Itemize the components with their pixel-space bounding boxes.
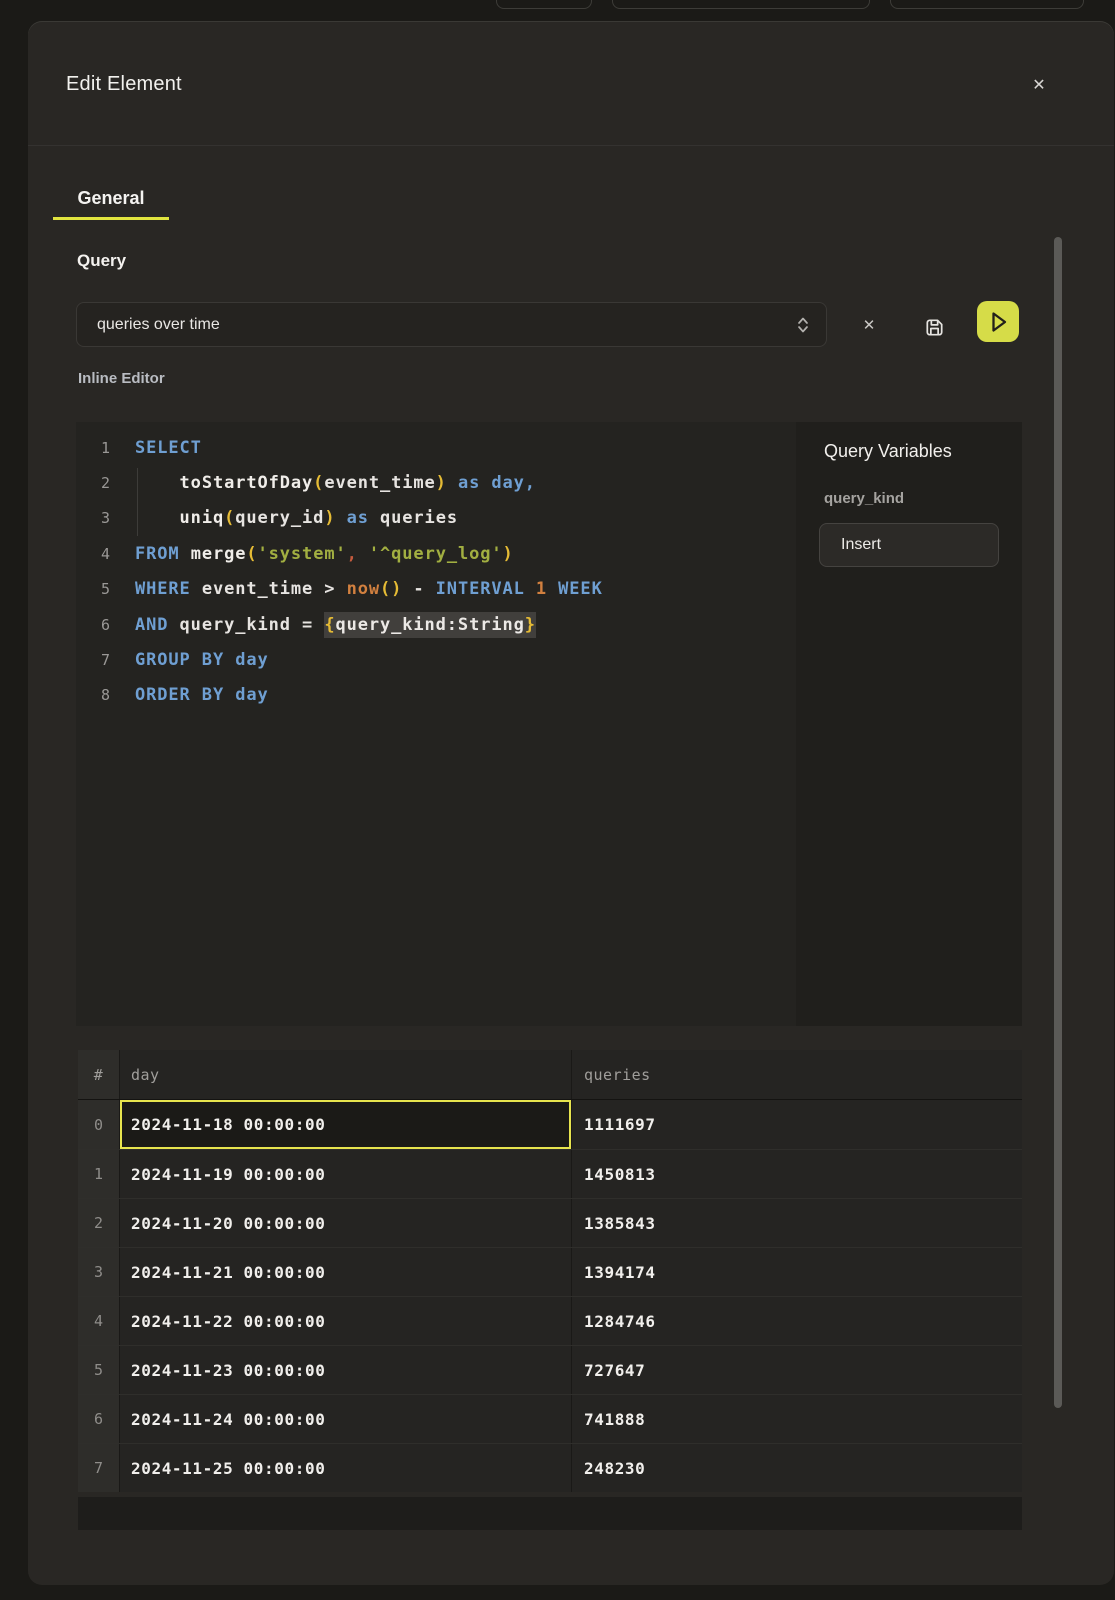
cell-queries[interactable]: 1111697: [572, 1100, 1022, 1149]
row-index: 1: [78, 1150, 120, 1198]
column-header-index: #: [78, 1050, 120, 1099]
background-button: [496, 0, 592, 9]
code-text: GROUP BY day: [135, 650, 269, 670]
code-line: 5 WHERE event_time > now() - INTERVAL 1 W…: [76, 572, 796, 607]
close-button[interactable]: ✕: [1026, 73, 1052, 99]
line-number: 6: [76, 616, 110, 634]
line-number: 5: [76, 580, 110, 598]
table-row: 02024-11-18 00:00:001111697: [78, 1100, 1022, 1149]
results-table: # day queries 02024-11-18 00:00:00111169…: [78, 1050, 1022, 1492]
code-text: toStartOfDay(event_time) as day,: [135, 473, 536, 493]
tab-general[interactable]: General: [53, 179, 169, 220]
page-background: Edit Element ✕ General Query queries ove…: [0, 0, 1115, 1600]
insert-variable-button[interactable]: Insert: [819, 523, 999, 567]
code-line: 3 uniq(query_id) as queries: [76, 501, 796, 536]
edit-element-modal: Edit Element ✕ General Query queries ove…: [28, 21, 1114, 1585]
line-number: 3: [76, 509, 110, 527]
cell-day[interactable]: 2024-11-20 00:00:00: [120, 1199, 572, 1247]
table-row: 72024-11-25 00:00:00248230: [78, 1443, 1022, 1492]
scrollbar-thumb[interactable]: [1054, 237, 1062, 1408]
cell-queries[interactable]: 1385843: [572, 1199, 1022, 1247]
table-row: 32024-11-21 00:00:001394174: [78, 1247, 1022, 1296]
code-line: 7 GROUP BY day: [76, 642, 796, 677]
table-body: 02024-11-18 00:00:00111169712024-11-19 0…: [78, 1100, 1022, 1492]
inline-editor-label: Inline Editor: [78, 370, 165, 387]
cell-queries[interactable]: 1284746: [572, 1297, 1022, 1345]
cell-day[interactable]: 2024-11-25 00:00:00: [120, 1444, 572, 1492]
line-number: 8: [76, 686, 110, 704]
row-index: 6: [78, 1395, 120, 1443]
chevron-updown-icon: [796, 315, 810, 335]
line-number: 4: [76, 545, 110, 563]
cell-queries[interactable]: 1450813: [572, 1150, 1022, 1198]
header-divider: [28, 145, 1114, 146]
cell-queries[interactable]: 727647: [572, 1346, 1022, 1394]
code-text: FROM merge('system', '^query_log'): [135, 544, 514, 564]
line-number: 2: [76, 474, 110, 492]
code-line: 8 ORDER BY day: [76, 678, 796, 713]
cell-queries[interactable]: 1394174: [572, 1248, 1022, 1296]
code-text: WHERE event_time > now() - INTERVAL 1 WE…: [135, 579, 603, 599]
row-index: 7: [78, 1444, 120, 1492]
code-text: ORDER BY day: [135, 685, 269, 705]
query-select-value: queries over time: [97, 316, 220, 334]
table-row: 12024-11-19 00:00:001450813: [78, 1149, 1022, 1198]
code-lines: 1 SELECT 2 toStartOfDay(event_time) as day…: [76, 430, 796, 713]
run-query-button[interactable]: [977, 301, 1019, 342]
line-number: 1: [76, 439, 110, 457]
code-line: 2 toStartOfDay(event_time) as day,: [76, 465, 796, 500]
code-line: 1 SELECT: [76, 430, 796, 465]
cell-queries[interactable]: 248230: [572, 1444, 1022, 1492]
code-text: AND query_kind = {query_kind:String}: [135, 615, 536, 635]
table-row: 22024-11-20 00:00:001385843: [78, 1198, 1022, 1247]
background-toolbar: [0, 0, 1115, 17]
table-row: 42024-11-22 00:00:001284746: [78, 1296, 1022, 1345]
cell-day[interactable]: 2024-11-23 00:00:00: [120, 1346, 572, 1394]
save-query-button[interactable]: [919, 312, 949, 342]
row-index: 4: [78, 1297, 120, 1345]
query-section-heading: Query: [77, 251, 126, 271]
row-index: 2: [78, 1199, 120, 1247]
column-header-queries: queries: [572, 1050, 1022, 1099]
table-row: 62024-11-24 00:00:00741888: [78, 1394, 1022, 1443]
code-text: uniq(query_id) as queries: [135, 508, 458, 528]
clear-query-button[interactable]: ✕: [854, 310, 884, 340]
cell-day[interactable]: 2024-11-18 00:00:00: [120, 1100, 572, 1149]
column-header-day: day: [120, 1050, 572, 1099]
row-index: 5: [78, 1346, 120, 1394]
query-variables-panel: Query Variables query_kind Insert: [796, 422, 1022, 1026]
row-index: 0: [78, 1100, 120, 1149]
play-icon: [978, 302, 1018, 342]
table-header-row: # day queries: [78, 1050, 1022, 1100]
code-text: SELECT: [135, 438, 202, 458]
modal-title: Edit Element: [66, 73, 182, 96]
cell-day[interactable]: 2024-11-24 00:00:00: [120, 1395, 572, 1443]
variable-name-label: query_kind: [824, 490, 904, 507]
background-button: [890, 0, 1084, 9]
background-button: [612, 0, 870, 9]
code-line: 4 FROM merge('system', '^query_log'): [76, 536, 796, 571]
table-row: 52024-11-23 00:00:00727647: [78, 1345, 1022, 1394]
cell-day[interactable]: 2024-11-21 00:00:00: [120, 1248, 572, 1296]
cell-day[interactable]: 2024-11-19 00:00:00: [120, 1150, 572, 1198]
sql-editor[interactable]: 1 SELECT 2 toStartOfDay(event_time) as day…: [76, 422, 1022, 1026]
save-icon: [923, 316, 946, 339]
table-footer: [78, 1497, 1022, 1530]
line-number: 7: [76, 651, 110, 669]
clear-icon: ✕: [863, 316, 876, 334]
query-variables-title: Query Variables: [824, 441, 952, 462]
query-select[interactable]: queries over time: [76, 302, 827, 347]
cell-queries[interactable]: 741888: [572, 1395, 1022, 1443]
cell-day[interactable]: 2024-11-22 00:00:00: [120, 1297, 572, 1345]
code-line: 6 AND query_kind = {query_kind:String}: [76, 607, 796, 642]
row-index: 3: [78, 1248, 120, 1296]
